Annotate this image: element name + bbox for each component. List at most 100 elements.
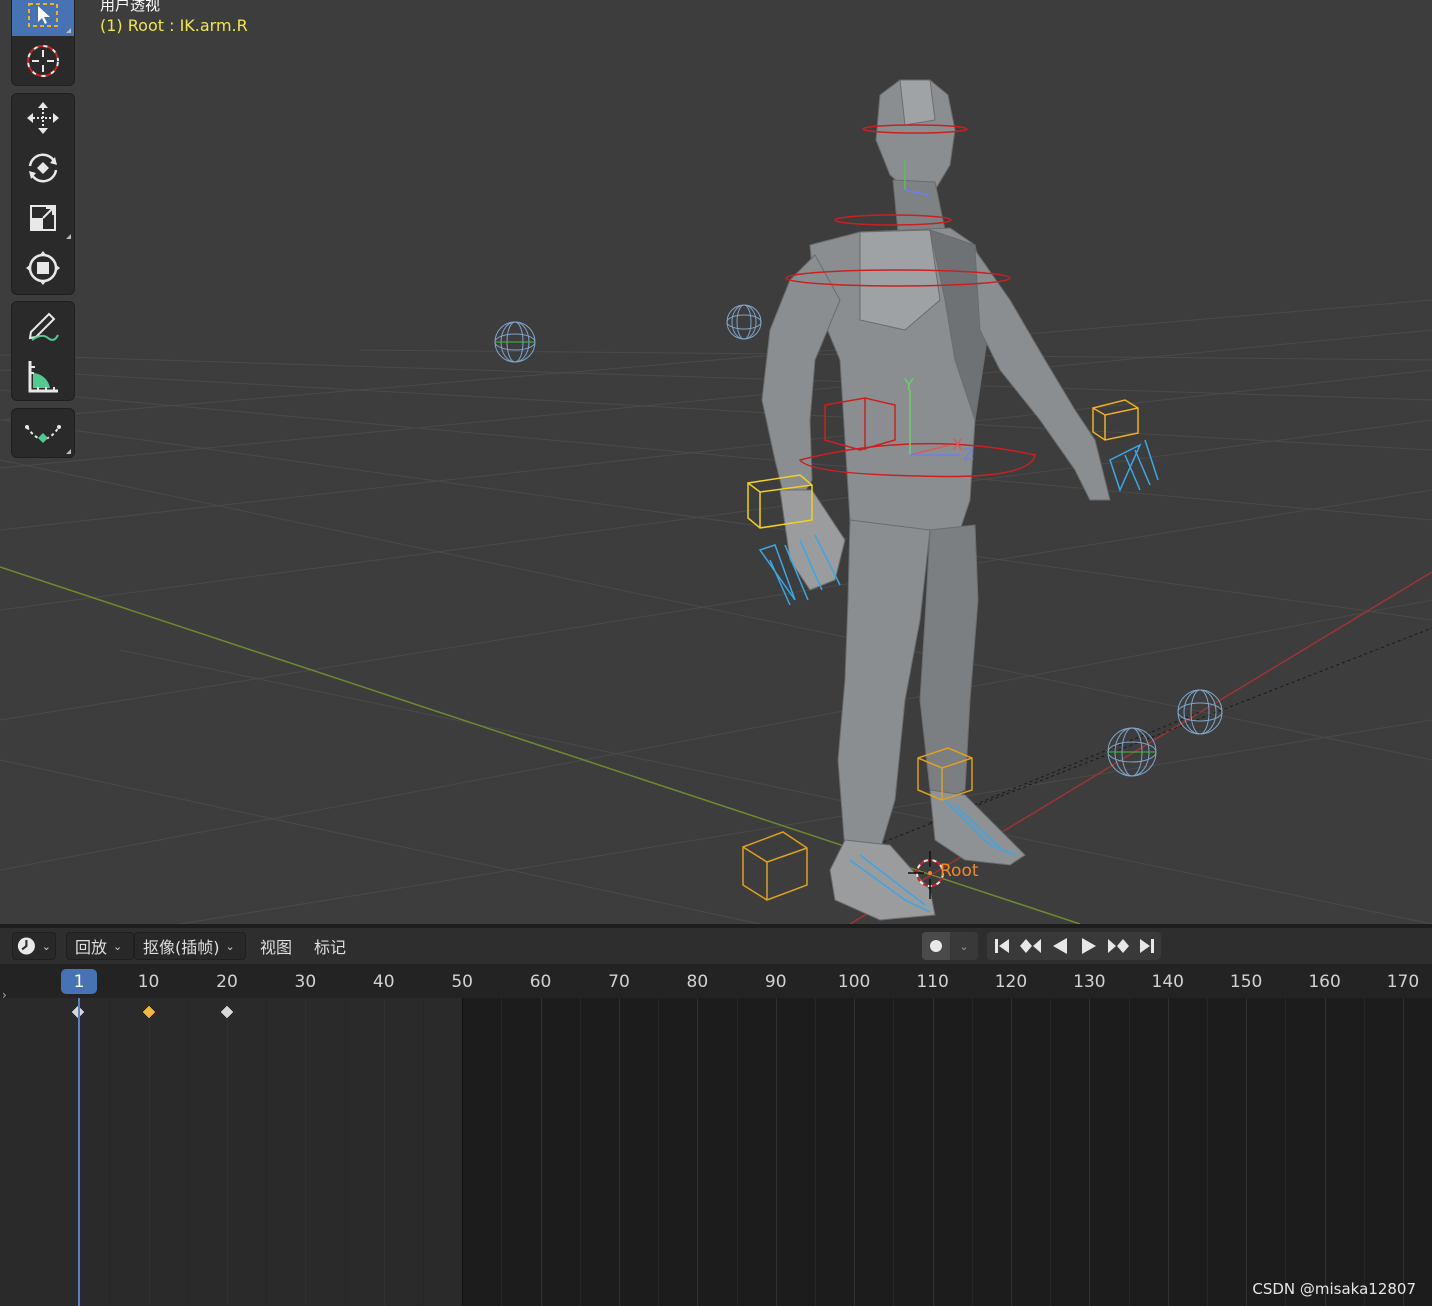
track-gridline [893,998,894,1306]
root-label: Root [940,861,979,881]
track-gridline [462,998,463,1306]
next-keyframe-icon [1107,939,1129,953]
jump-start-button[interactable] [987,932,1016,960]
select-box-icon [28,3,58,27]
play-button[interactable] [1074,932,1103,960]
track-gridline [266,998,267,1306]
move-tool[interactable] [12,94,74,142]
track-gridline [854,998,855,1306]
jump-end-button[interactable] [1132,932,1161,960]
track-gridline [776,998,777,1306]
clock-icon [17,937,35,955]
track-gridline [345,998,346,1306]
playback-menu[interactable]: 回放 ⌄ [66,932,134,960]
jump-start-icon [994,939,1009,953]
track-gridline [1050,998,1051,1306]
ruler-tick-label: 60 [529,972,552,992]
chevron-down-icon: ⌄ [113,939,123,953]
prev-keyframe-icon [1019,939,1041,953]
auto-keying-toggle[interactable] [922,932,950,960]
measure-tool[interactable] [12,352,74,400]
track-gridline [737,998,738,1306]
select-box-tool[interactable] [12,0,74,36]
editor-type-button[interactable]: ⌄ [12,932,56,960]
track-gridline [1129,998,1130,1306]
auto-keying-group: ⌄ [922,932,978,960]
keyframe-track[interactable] [0,998,1432,1306]
play-icon [1081,938,1096,954]
toolbar-annotate-group [12,302,74,400]
track-gridline [1325,998,1326,1306]
measure-icon [28,361,58,393]
transform-tool[interactable] [12,244,74,292]
annotate-tool[interactable] [12,302,74,350]
view-menu[interactable]: 视图 [260,932,292,960]
track-gridline [697,998,698,1306]
toolbar-transform-group [12,94,74,294]
frame-ruler[interactable]: 10 20 30 40 50 60 70 80 90 100 110 120 130 140 150 160 1… [0,964,1432,998]
next-keyframe-button[interactable] [1103,932,1132,960]
ruler-tick-label: 140 [1151,972,1184,992]
track-gridline [619,998,620,1306]
pose-breakdown-icon [25,425,61,443]
scene-canvas[interactable]: Y X Z Root [0,0,1432,924]
current-frame-indicator[interactable]: 1 [61,969,97,994]
ruler-tick-label: 10 [137,972,160,992]
ruler-tick-label: 50 [451,972,473,992]
track-gridline [188,998,189,1306]
track-gridline [1207,998,1208,1306]
pose-breakdown-tool[interactable] [12,409,74,457]
ruler-tick-label: 110 [916,972,949,992]
track-gridline [1089,998,1090,1306]
chevron-down-icon: ⌄ [959,939,969,953]
scale-tool[interactable] [12,194,74,242]
3d-viewport[interactable]: Y X Z Root 用户透视 (1) Root: IK.arm.R [0,0,1432,924]
track-gridline [1364,998,1365,1306]
track-gridline [1285,998,1286,1306]
character-mesh [761,79,1111,921]
playback-controls [987,932,1161,960]
scale-icon [30,205,56,231]
timeline-header: ⌄ 回放 ⌄ 抠像(插帧) ⌄ 视图 标记 ⌄ [0,928,1432,964]
track-gridline [149,998,150,1306]
chevron-down-icon: ⌄ [41,939,51,953]
ruler-tick-label: 170 [1386,972,1420,992]
keying-menu[interactable]: 抠像(插帧) ⌄ [134,932,246,960]
play-reverse-icon [1052,938,1067,954]
track-gridline [580,998,581,1306]
toolbar-select-group [12,0,74,85]
rotate-icon [28,153,58,183]
prev-keyframe-button[interactable] [1016,932,1045,960]
viewport-title: 用户透视 [100,0,161,14]
cursor-tool[interactable] [12,37,74,85]
svg-text:Z: Z [963,445,974,464]
ruler-tick-label: 20 [216,972,238,992]
ruler-tick-label: 150 [1229,972,1263,992]
track-gridline [815,998,816,1306]
track-gridline [541,998,542,1306]
ruler-tick-label: 90 [764,972,787,992]
keying-menu-label: 抠像(插帧) [143,938,220,957]
track-gridline [384,998,385,1306]
svg-text:X: X [952,435,963,454]
marker-menu-label: 标记 [314,938,347,957]
toolbar-pose-group [12,409,74,457]
frame-range-area [0,998,463,1306]
cursor-icon [27,45,59,77]
track-gridline [1011,998,1012,1306]
playhead[interactable] [78,998,80,1306]
ruler-tick-label: 80 [686,972,709,992]
track-gridline [1168,998,1169,1306]
auto-keying-dropdown[interactable]: ⌄ [950,932,978,960]
track-gridline [972,998,973,1306]
track-gridline [1403,998,1404,1306]
rotate-tool[interactable] [12,144,74,192]
track-gridline [109,998,110,1306]
playback-menu-label: 回放 [75,938,108,957]
jump-end-icon [1139,939,1154,953]
annotate-icon [28,312,59,341]
marker-menu[interactable]: 标记 [314,932,346,960]
chevron-down-icon: ⌄ [225,939,235,953]
watermark: CSDN @misaka12807 [1252,1280,1416,1298]
play-reverse-button[interactable] [1045,932,1074,960]
